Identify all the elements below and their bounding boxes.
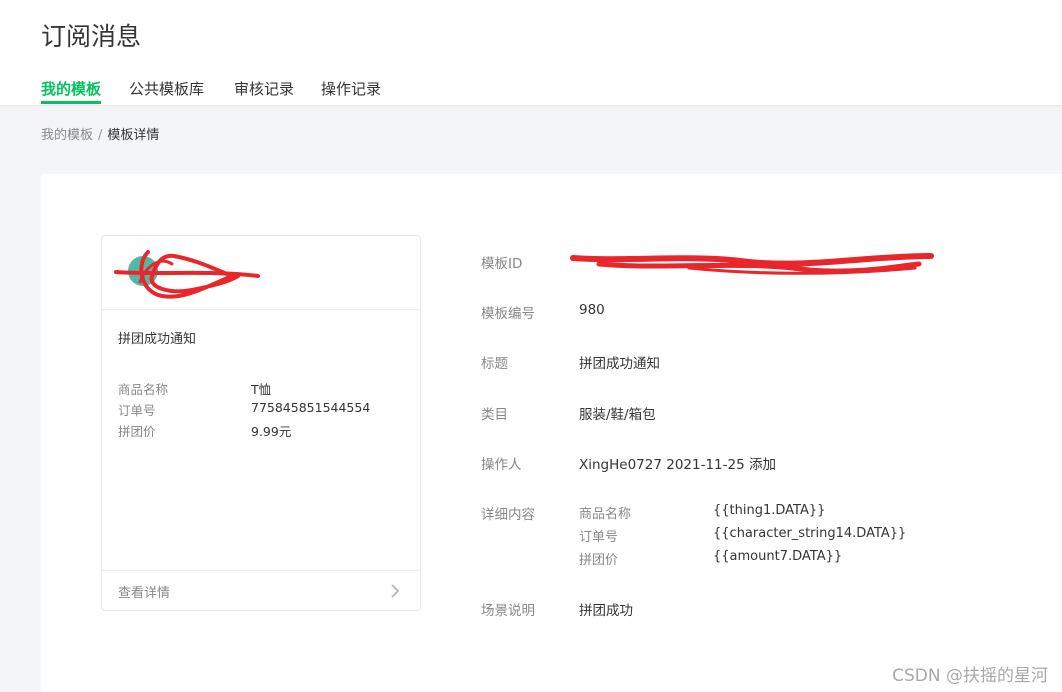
chevron-right-icon [391, 584, 400, 598]
tab-divider [0, 105, 1062, 106]
preview-field-key: 订单号 [118, 403, 156, 418]
operator-value: XingHe0727 2021-11-25 添加 [579, 457, 776, 473]
template-no-value: 980 [579, 302, 605, 318]
details-label: 详细内容 [481, 507, 535, 523]
template-no-label: 模板编号 [481, 306, 535, 322]
preview-field-value: 775845851544554 [251, 400, 371, 415]
category-value: 服装/鞋/箱包 [579, 407, 656, 423]
tab-public-library[interactable]: 公共模板库 [129, 78, 204, 99]
operator-label: 操作人 [481, 457, 522, 473]
view-details-label: 查看详情 [118, 586, 171, 601]
title-label: 标题 [481, 356, 508, 372]
detail-value: {{character_string14.DATA}} [713, 526, 907, 541]
preview-field-key: 商品名称 [118, 382, 169, 397]
watermark: CSDN @扶摇的星河 [892, 666, 1048, 686]
scene-value: 拼团成功 [579, 603, 633, 619]
tab-review-records[interactable]: 审核记录 [234, 78, 294, 99]
category-label: 类目 [481, 407, 508, 423]
tab-my-templates[interactable]: 我的模板 [41, 78, 102, 104]
preview-header [102, 236, 420, 310]
avatar [128, 256, 158, 286]
template-id-redaction [570, 253, 934, 275]
template-id-label: 模板ID [481, 256, 523, 272]
title-value: 拼团成功通知 [579, 356, 660, 372]
preview-field-value: 9.99元 [251, 424, 292, 439]
page-title: 订阅消息 [41, 22, 142, 51]
breadcrumb-my-templates[interactable]: 我的模板 [41, 128, 93, 143]
scene-label: 场景说明 [481, 603, 535, 619]
message-preview: 拼团成功通知 商品名称 T恤 订单号 775845851544554 拼团价 9… [101, 235, 421, 611]
preview-title: 拼团成功通知 [118, 332, 197, 347]
breadcrumb: 我的模板 / 模板详情 [41, 124, 159, 143]
preview-field-key: 拼团价 [118, 424, 156, 439]
tab-operation-records[interactable]: 操作记录 [321, 78, 381, 99]
breadcrumb-separator: / [98, 128, 103, 143]
preview-field-value: T恤 [251, 382, 272, 397]
detail-value: {{thing1.DATA}} [713, 503, 826, 518]
detail-key: 拼团价 [579, 553, 619, 568]
detail-key: 商品名称 [579, 507, 632, 522]
top-bar: 订阅消息 我的模板 公共模板库 审核记录 操作记录 [0, 0, 1062, 106]
template-detail-card: 拼团成功通知 商品名称 T恤 订单号 775845851544554 拼团价 9… [41, 174, 1062, 692]
detail-value: {{amount7.DATA}} [713, 549, 843, 564]
detail-key: 订单号 [579, 530, 619, 545]
breadcrumb-current: 模板详情 [107, 128, 160, 143]
view-details-link[interactable]: 查看详情 [102, 570, 420, 611]
